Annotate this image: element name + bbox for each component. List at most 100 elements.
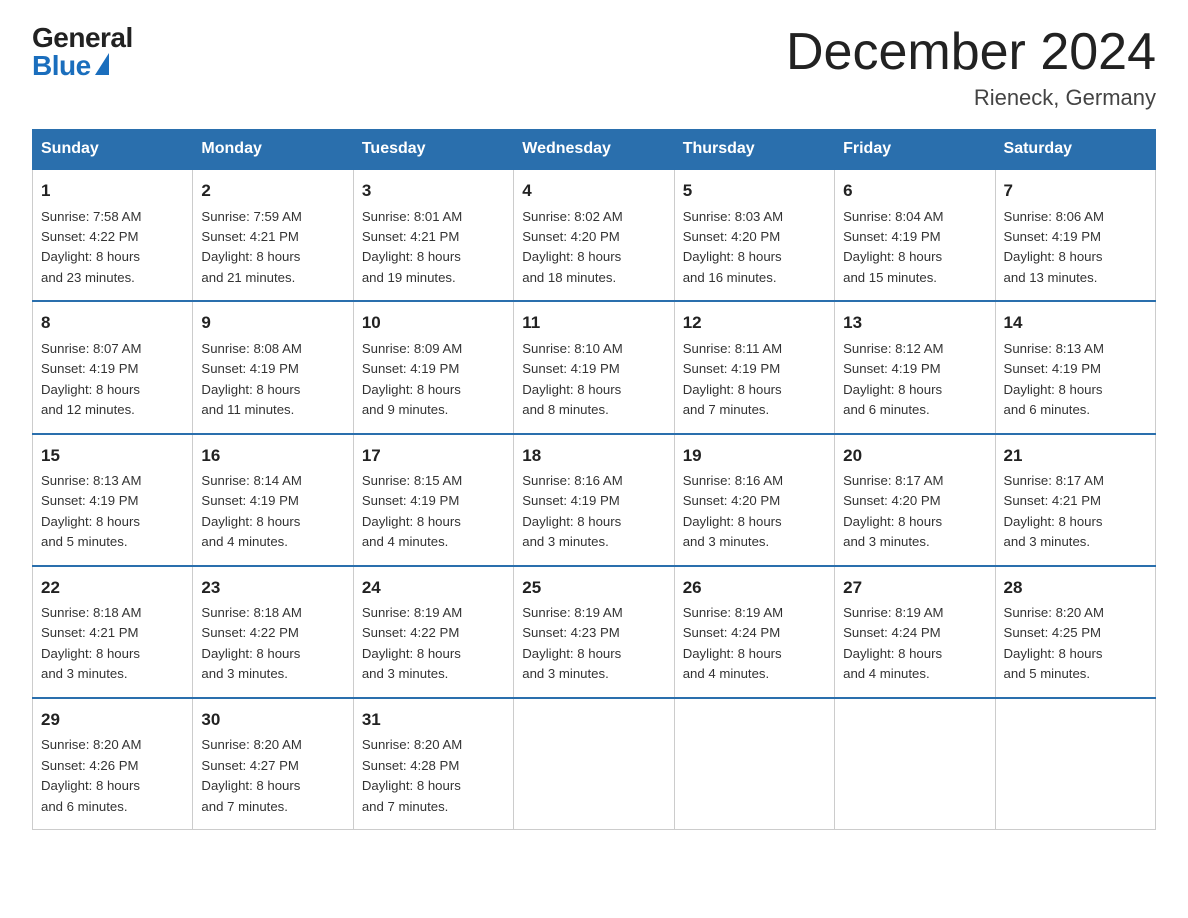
day-number: 20 <box>843 443 986 469</box>
calendar-day-cell: 2 Sunrise: 7:59 AMSunset: 4:21 PMDaylight… <box>193 169 353 301</box>
calendar-day-cell: 18Sunrise: 8:16 AMSunset: 4:19 PMDayligh… <box>514 434 674 566</box>
day-info: Sunrise: 8:12 AMSunset: 4:19 PMDaylight:… <box>843 339 986 421</box>
calendar-day-cell: 25Sunrise: 8:19 AMSunset: 4:23 PMDayligh… <box>514 566 674 698</box>
logo-triangle-icon <box>95 53 109 75</box>
day-info: Sunrise: 8:17 AMSunset: 4:20 PMDaylight:… <box>843 471 986 553</box>
calendar-day-cell: 9 Sunrise: 8:08 AMSunset: 4:19 PMDaylight… <box>193 301 353 433</box>
calendar-day-cell: 27Sunrise: 8:19 AMSunset: 4:24 PMDayligh… <box>835 566 995 698</box>
calendar-day-cell: 20Sunrise: 8:17 AMSunset: 4:20 PMDayligh… <box>835 434 995 566</box>
day-info: Sunrise: 8:20 AMSunset: 4:26 PMDaylight:… <box>41 735 184 817</box>
calendar-day-cell: 16Sunrise: 8:14 AMSunset: 4:19 PMDayligh… <box>193 434 353 566</box>
day-number: 15 <box>41 443 184 469</box>
day-info: Sunrise: 8:14 AMSunset: 4:19 PMDaylight:… <box>201 471 344 553</box>
col-header-saturday: Saturday <box>995 130 1155 170</box>
day-number: 26 <box>683 575 826 601</box>
calendar-day-cell: 15Sunrise: 8:13 AMSunset: 4:19 PMDayligh… <box>33 434 193 566</box>
day-number: 9 <box>201 310 344 336</box>
day-info: Sunrise: 8:16 AMSunset: 4:19 PMDaylight:… <box>522 471 665 553</box>
calendar-day-cell: 29Sunrise: 8:20 AMSunset: 4:26 PMDayligh… <box>33 698 193 830</box>
day-number: 6 <box>843 178 986 204</box>
day-number: 25 <box>522 575 665 601</box>
col-header-tuesday: Tuesday <box>353 130 513 170</box>
calendar-day-cell: 1 Sunrise: 7:58 AMSunset: 4:22 PMDaylight… <box>33 169 193 301</box>
day-info: Sunrise: 8:19 AMSunset: 4:24 PMDaylight:… <box>843 603 986 685</box>
day-number: 19 <box>683 443 826 469</box>
title-block: December 2024 Rieneck, Germany <box>786 24 1156 111</box>
day-number: 17 <box>362 443 505 469</box>
calendar-day-cell: 23Sunrise: 8:18 AMSunset: 4:22 PMDayligh… <box>193 566 353 698</box>
calendar-header-row: SundayMondayTuesdayWednesdayThursdayFrid… <box>33 130 1156 170</box>
day-number: 7 <box>1004 178 1147 204</box>
logo-blue-text: Blue <box>32 52 109 80</box>
day-number: 22 <box>41 575 184 601</box>
calendar-day-cell: 21Sunrise: 8:17 AMSunset: 4:21 PMDayligh… <box>995 434 1155 566</box>
calendar-day-cell: 13 Sunrise: 8:12 AMSunset: 4:19 PMDayligh… <box>835 301 995 433</box>
day-number: 30 <box>201 707 344 733</box>
day-number: 11 <box>522 310 665 336</box>
day-number: 23 <box>201 575 344 601</box>
day-number: 16 <box>201 443 344 469</box>
calendar-day-cell <box>674 698 834 830</box>
calendar-day-cell: 26Sunrise: 8:19 AMSunset: 4:24 PMDayligh… <box>674 566 834 698</box>
calendar-day-cell: 10Sunrise: 8:09 AMSunset: 4:19 PMDayligh… <box>353 301 513 433</box>
calendar-day-cell: 28Sunrise: 8:20 AMSunset: 4:25 PMDayligh… <box>995 566 1155 698</box>
calendar-week-row: 8 Sunrise: 8:07 AMSunset: 4:19 PMDaylight… <box>33 301 1156 433</box>
day-number: 29 <box>41 707 184 733</box>
day-info: Sunrise: 8:13 AMSunset: 4:19 PMDaylight:… <box>1004 339 1147 421</box>
day-number: 4 <box>522 178 665 204</box>
col-header-friday: Friday <box>835 130 995 170</box>
month-title: December 2024 <box>786 24 1156 81</box>
page-header: General Blue December 2024 Rieneck, Germ… <box>32 24 1156 111</box>
day-info: Sunrise: 8:04 AMSunset: 4:19 PMDaylight:… <box>843 207 986 289</box>
day-info: Sunrise: 8:10 AMSunset: 4:19 PMDaylight:… <box>522 339 665 421</box>
day-info: Sunrise: 8:15 AMSunset: 4:19 PMDaylight:… <box>362 471 505 553</box>
calendar-day-cell: 31Sunrise: 8:20 AMSunset: 4:28 PMDayligh… <box>353 698 513 830</box>
day-info: Sunrise: 8:03 AMSunset: 4:20 PMDaylight:… <box>683 207 826 289</box>
day-info: Sunrise: 8:18 AMSunset: 4:21 PMDaylight:… <box>41 603 184 685</box>
day-info: Sunrise: 8:02 AMSunset: 4:20 PMDaylight:… <box>522 207 665 289</box>
calendar-day-cell: 22Sunrise: 8:18 AMSunset: 4:21 PMDayligh… <box>33 566 193 698</box>
day-number: 2 <box>201 178 344 204</box>
calendar-table: SundayMondayTuesdayWednesdayThursdayFrid… <box>32 129 1156 830</box>
day-info: Sunrise: 8:18 AMSunset: 4:22 PMDaylight:… <box>201 603 344 685</box>
day-info: Sunrise: 7:59 AMSunset: 4:21 PMDaylight:… <box>201 207 344 289</box>
day-number: 5 <box>683 178 826 204</box>
day-number: 21 <box>1004 443 1147 469</box>
day-info: Sunrise: 7:58 AMSunset: 4:22 PMDaylight:… <box>41 207 184 289</box>
calendar-day-cell: 12Sunrise: 8:11 AMSunset: 4:19 PMDayligh… <box>674 301 834 433</box>
day-info: Sunrise: 8:08 AMSunset: 4:19 PMDaylight:… <box>201 339 344 421</box>
day-info: Sunrise: 8:20 AMSunset: 4:28 PMDaylight:… <box>362 735 505 817</box>
calendar-day-cell: 7Sunrise: 8:06 AMSunset: 4:19 PMDaylight… <box>995 169 1155 301</box>
day-number: 8 <box>41 310 184 336</box>
day-number: 27 <box>843 575 986 601</box>
day-info: Sunrise: 8:17 AMSunset: 4:21 PMDaylight:… <box>1004 471 1147 553</box>
day-info: Sunrise: 8:13 AMSunset: 4:19 PMDaylight:… <box>41 471 184 553</box>
day-info: Sunrise: 8:19 AMSunset: 4:22 PMDaylight:… <box>362 603 505 685</box>
day-number: 12 <box>683 310 826 336</box>
calendar-day-cell <box>514 698 674 830</box>
day-number: 28 <box>1004 575 1147 601</box>
calendar-day-cell: 3Sunrise: 8:01 AMSunset: 4:21 PMDaylight… <box>353 169 513 301</box>
location-title: Rieneck, Germany <box>786 85 1156 111</box>
calendar-day-cell: 19Sunrise: 8:16 AMSunset: 4:20 PMDayligh… <box>674 434 834 566</box>
day-number: 24 <box>362 575 505 601</box>
calendar-day-cell <box>835 698 995 830</box>
day-info: Sunrise: 8:16 AMSunset: 4:20 PMDaylight:… <box>683 471 826 553</box>
day-info: Sunrise: 8:01 AMSunset: 4:21 PMDaylight:… <box>362 207 505 289</box>
col-header-thursday: Thursday <box>674 130 834 170</box>
day-info: Sunrise: 8:09 AMSunset: 4:19 PMDaylight:… <box>362 339 505 421</box>
calendar-week-row: 1 Sunrise: 7:58 AMSunset: 4:22 PMDaylight… <box>33 169 1156 301</box>
calendar-day-cell: 8 Sunrise: 8:07 AMSunset: 4:19 PMDaylight… <box>33 301 193 433</box>
calendar-week-row: 22Sunrise: 8:18 AMSunset: 4:21 PMDayligh… <box>33 566 1156 698</box>
calendar-day-cell: 4 Sunrise: 8:02 AMSunset: 4:20 PMDaylight… <box>514 169 674 301</box>
calendar-day-cell: 17Sunrise: 8:15 AMSunset: 4:19 PMDayligh… <box>353 434 513 566</box>
calendar-day-cell: 14Sunrise: 8:13 AMSunset: 4:19 PMDayligh… <box>995 301 1155 433</box>
day-number: 13 <box>843 310 986 336</box>
calendar-day-cell: 5 Sunrise: 8:03 AMSunset: 4:20 PMDaylight… <box>674 169 834 301</box>
day-number: 1 <box>41 178 184 204</box>
calendar-day-cell: 24Sunrise: 8:19 AMSunset: 4:22 PMDayligh… <box>353 566 513 698</box>
col-header-wednesday: Wednesday <box>514 130 674 170</box>
day-info: Sunrise: 8:19 AMSunset: 4:23 PMDaylight:… <box>522 603 665 685</box>
day-info: Sunrise: 8:07 AMSunset: 4:19 PMDaylight:… <box>41 339 184 421</box>
calendar-day-cell: 11 Sunrise: 8:10 AMSunset: 4:19 PMDayligh… <box>514 301 674 433</box>
